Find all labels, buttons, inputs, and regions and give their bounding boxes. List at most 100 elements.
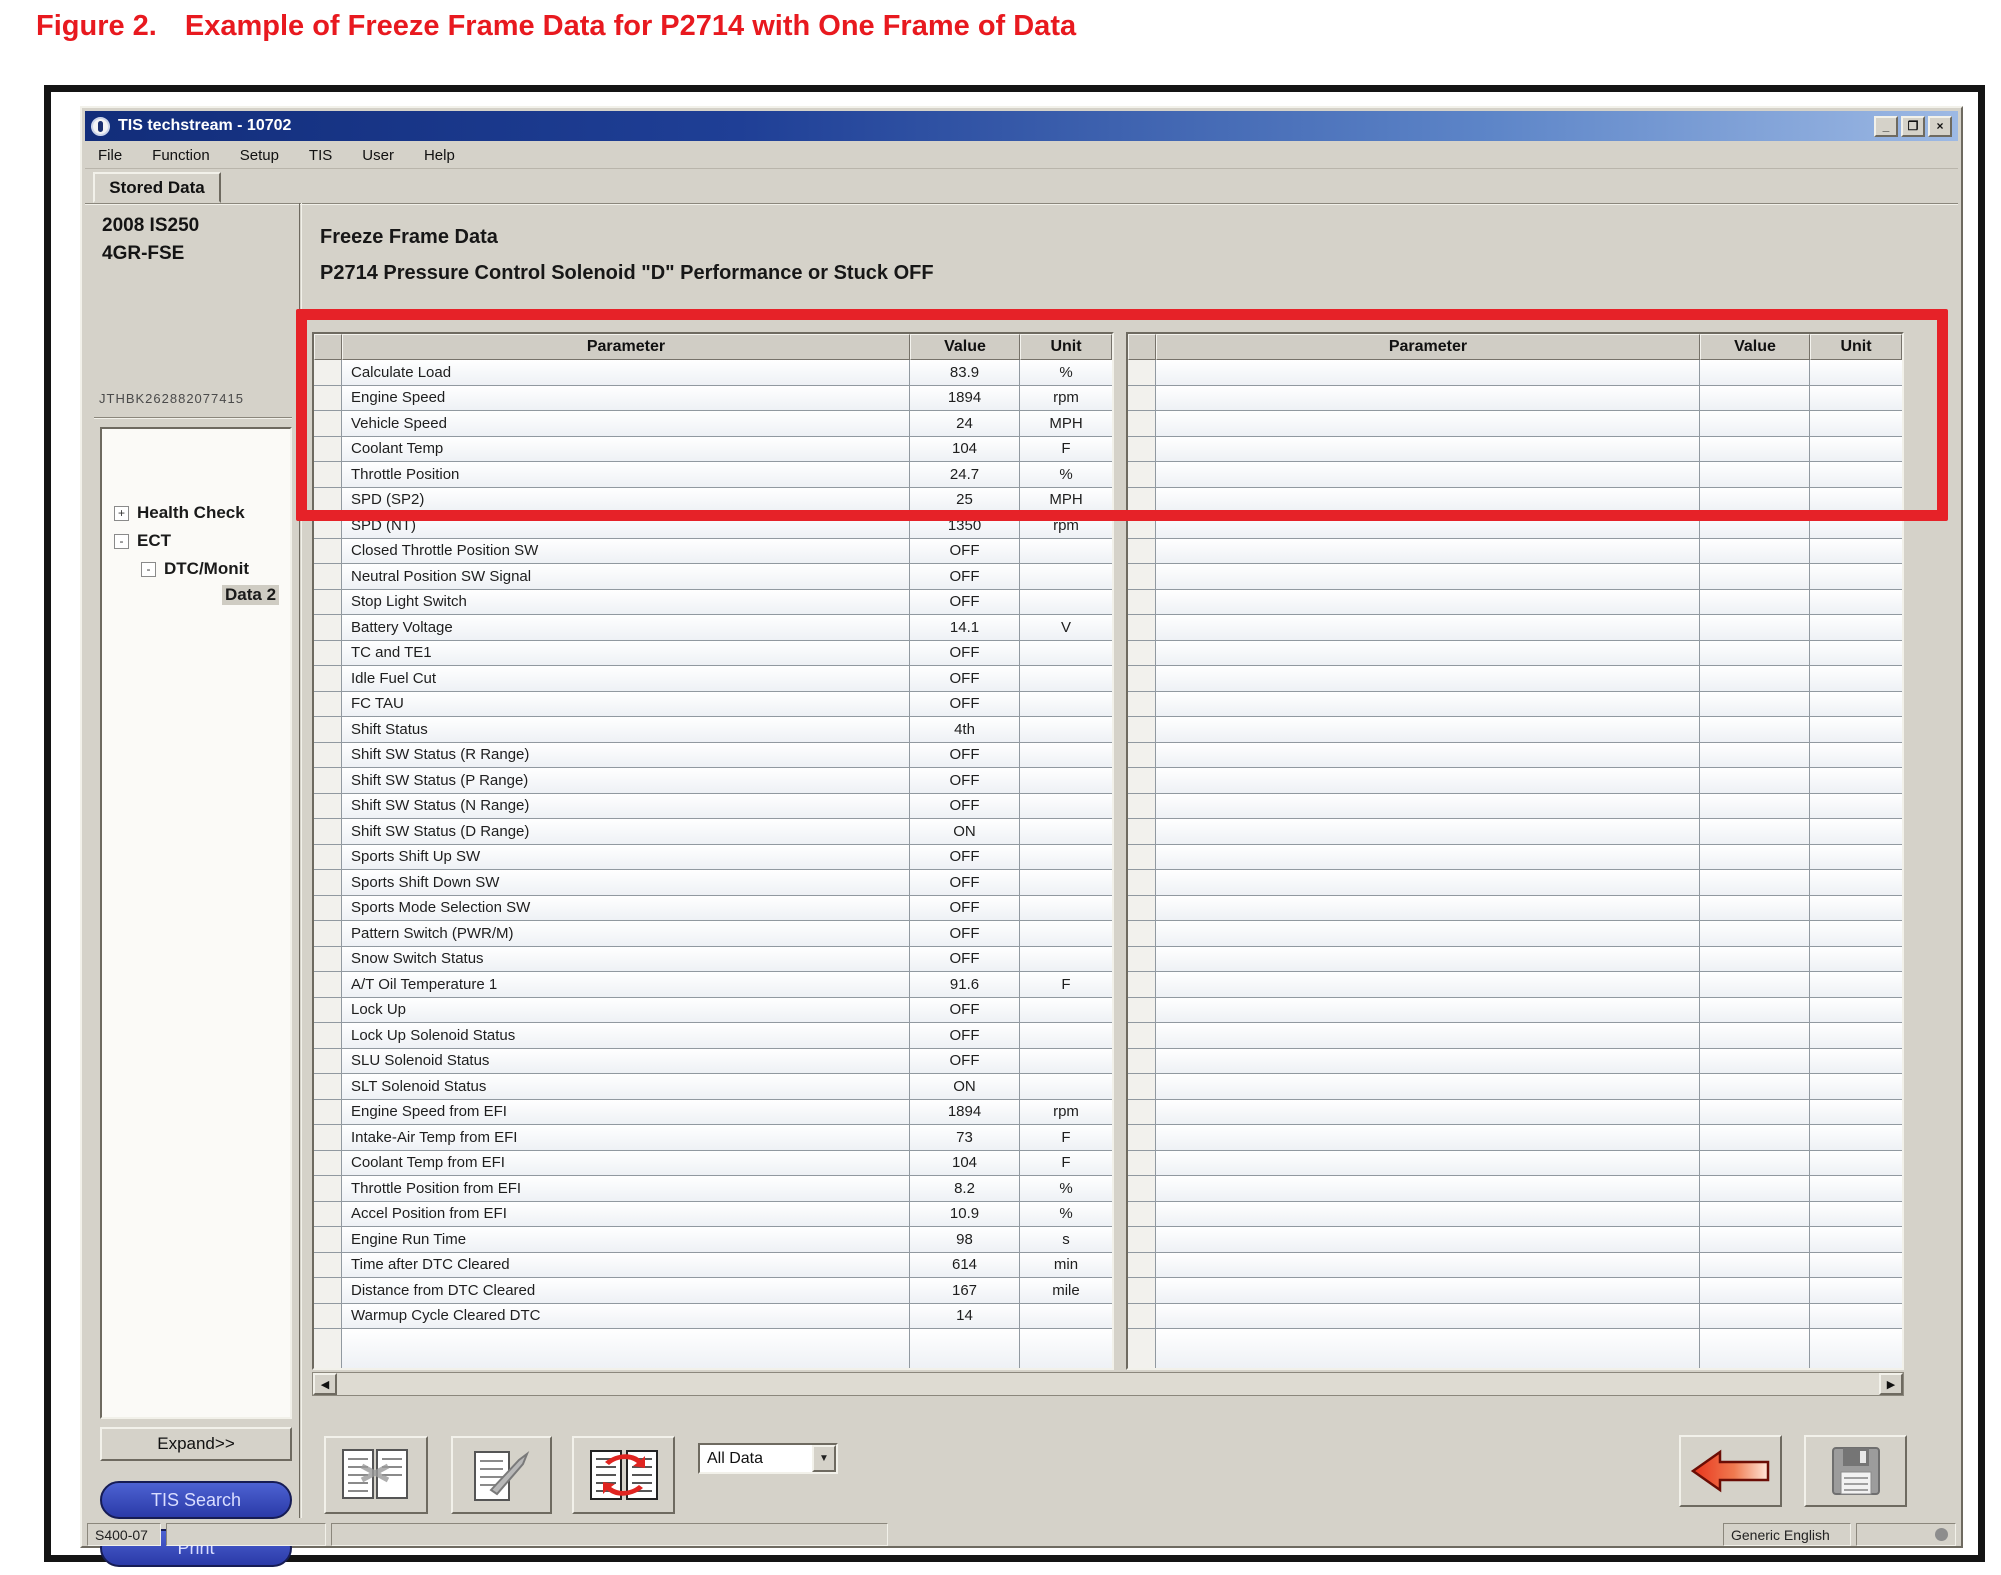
expand-button[interactable]: Expand>> — [100, 1427, 292, 1461]
table-row[interactable]: Calculate Load 83.9% — [314, 360, 1112, 386]
table-row[interactable] — [1128, 1227, 1902, 1253]
table-row[interactable]: Time after DTC Cleared 614 min — [314, 1252, 1112, 1278]
table-row[interactable] — [1128, 742, 1902, 768]
table-row[interactable] — [1128, 589, 1902, 615]
table-row[interactable] — [1128, 487, 1902, 513]
table-row[interactable] — [1128, 1201, 1902, 1227]
table-row[interactable]: Shift Status 4th — [314, 717, 1112, 743]
table-row[interactable] — [1128, 1048, 1902, 1074]
table-row[interactable]: Coolant Temp from EFI 104 F — [314, 1150, 1112, 1176]
table-row[interactable] — [1128, 1074, 1902, 1100]
table-row[interactable]: SPD (NT) 1350 rpm — [314, 513, 1112, 539]
tree-item-dtc-monitor[interactable]: - DTC/Monit — [141, 557, 249, 581]
menu-user[interactable]: User — [362, 147, 394, 164]
tree-toggle-icon[interactable]: - — [141, 561, 156, 577]
scroll-right-icon[interactable]: ▶ — [1879, 1373, 1903, 1395]
menu-function[interactable]: Function — [152, 147, 210, 164]
table-row[interactable]: Sports Shift Up SW OFF — [314, 844, 1112, 870]
table-row[interactable]: Sports Shift Down SW OFF — [314, 870, 1112, 896]
table-row[interactable] — [1128, 946, 1902, 972]
close-icon[interactable]: × — [1928, 115, 1952, 137]
minimize-icon[interactable]: _ — [1874, 115, 1898, 137]
tree-toggle-icon[interactable]: + — [114, 505, 129, 521]
table-row[interactable] — [1128, 462, 1902, 488]
table-row[interactable]: Shift SW Status (R Range) OFF — [314, 742, 1112, 768]
table-row[interactable]: Accel Position from EFI 10.9% — [314, 1201, 1112, 1227]
dropdown-arrow-icon[interactable]: ▼ — [812, 1445, 836, 1472]
data-filter-dropdown[interactable]: All Data ▼ — [698, 1443, 838, 1474]
table-row[interactable]: SLU Solenoid Status OFF — [314, 1048, 1112, 1074]
table-row[interactable]: Engine Speed 1894 rpm — [314, 385, 1112, 411]
table-row[interactable]: Shift SW Status (D Range) ON — [314, 819, 1112, 845]
table-row[interactable]: A/T Oil Temperature 1 91.6 F — [314, 972, 1112, 998]
tree-toggle-icon[interactable]: - — [114, 533, 129, 549]
menu-tis[interactable]: TIS — [309, 147, 332, 164]
table-row[interactable]: Throttle Position 24.7% — [314, 462, 1112, 488]
table-row[interactable] — [1128, 640, 1902, 666]
table-row[interactable]: Coolant Temp 104 F — [314, 436, 1112, 462]
table-row[interactable]: Idle Fuel Cut OFF — [314, 666, 1112, 692]
table-row[interactable]: Battery Voltage 14.1 V — [314, 615, 1112, 641]
tree-item-health-check[interactable]: + Health Check — [114, 501, 245, 525]
refresh-data-button[interactable] — [572, 1436, 675, 1514]
table-row[interactable] — [1128, 564, 1902, 590]
table-row[interactable] — [1128, 538, 1902, 564]
table-row[interactable]: Closed Throttle Position SW OFF — [314, 538, 1112, 564]
menu-help[interactable]: Help — [424, 147, 455, 164]
tis-search-button[interactable]: TIS Search — [100, 1481, 292, 1519]
table-row[interactable] — [1128, 691, 1902, 717]
table-row[interactable]: Sports Mode Selection SW OFF — [314, 895, 1112, 921]
table-row[interactable] — [1128, 717, 1902, 743]
table-row[interactable] — [1128, 1125, 1902, 1151]
table-row[interactable] — [1128, 793, 1902, 819]
table-row[interactable] — [1128, 1278, 1902, 1304]
table-row[interactable] — [1128, 1303, 1902, 1329]
table-row[interactable]: Warmup Cycle Cleared DTC 14 — [314, 1303, 1112, 1329]
table-row[interactable]: Lock Up OFF — [314, 997, 1112, 1023]
table-row[interactable] — [1128, 666, 1902, 692]
table-row[interactable] — [1128, 1023, 1902, 1049]
tree-item-data-2[interactable]: Data 2 — [222, 583, 280, 607]
table-row[interactable]: Neutral Position SW Signal OFF — [314, 564, 1112, 590]
scrollbar-track[interactable] — [337, 1373, 1879, 1395]
table-row[interactable] — [1128, 1099, 1902, 1125]
table-row[interactable]: Engine Run Time 98 s — [314, 1227, 1112, 1253]
table-row[interactable]: Vehicle Speed 24 MPH — [314, 411, 1112, 437]
header-value[interactable]: Value — [910, 334, 1020, 360]
menu-file[interactable]: File — [98, 147, 122, 164]
table-row[interactable]: Shift SW Status (N Range) OFF — [314, 793, 1112, 819]
tree-item-ect[interactable]: - ECT — [114, 529, 171, 553]
table-row[interactable]: SPD (SP2) 25 MPH — [314, 487, 1112, 513]
table-row[interactable]: Throttle Position from EFI 8.2% — [314, 1176, 1112, 1202]
table-row[interactable] — [1128, 1329, 1902, 1368]
table-row[interactable] — [1128, 844, 1902, 870]
table-row[interactable]: TC and TE1 OFF — [314, 640, 1112, 666]
table-row[interactable]: Lock Up Solenoid Status OFF — [314, 1023, 1112, 1049]
save-button[interactable] — [1804, 1435, 1907, 1507]
table-row[interactable] — [314, 1329, 1112, 1368]
table-row[interactable] — [1128, 768, 1902, 794]
table-row[interactable] — [1128, 921, 1902, 947]
table-row[interactable] — [1128, 436, 1902, 462]
data-list-button[interactable] — [324, 1436, 428, 1514]
table-row[interactable]: FC TAU OFF — [314, 691, 1112, 717]
header-value[interactable]: Value — [1700, 334, 1810, 360]
table-row[interactable] — [1128, 997, 1902, 1023]
table-row[interactable]: SLT Solenoid Status ON — [314, 1074, 1112, 1100]
h-scrollbar[interactable]: ◀ ▶ — [312, 1372, 1904, 1396]
edit-data-button[interactable] — [451, 1436, 552, 1514]
header-parameter[interactable]: Parameter — [1156, 334, 1700, 360]
table-row[interactable] — [1128, 819, 1902, 845]
table-row[interactable]: Stop Light Switch OFF — [314, 589, 1112, 615]
title-bar[interactable]: TIS techstream - 10702 _ ❐ × — [85, 111, 1958, 141]
table-row[interactable] — [1128, 870, 1902, 896]
table-row[interactable] — [1128, 972, 1902, 998]
table-row[interactable]: Distance from DTC Cleared 167 mile — [314, 1278, 1112, 1304]
table-row[interactable] — [1128, 1252, 1902, 1278]
header-unit[interactable]: Unit — [1810, 334, 1902, 360]
table-row[interactable] — [1128, 1176, 1902, 1202]
table-row[interactable] — [1128, 895, 1902, 921]
table-row[interactable]: Engine Speed from EFI 1894 rpm — [314, 1099, 1112, 1125]
menu-setup[interactable]: Setup — [240, 147, 279, 164]
table-row[interactable] — [1128, 385, 1902, 411]
